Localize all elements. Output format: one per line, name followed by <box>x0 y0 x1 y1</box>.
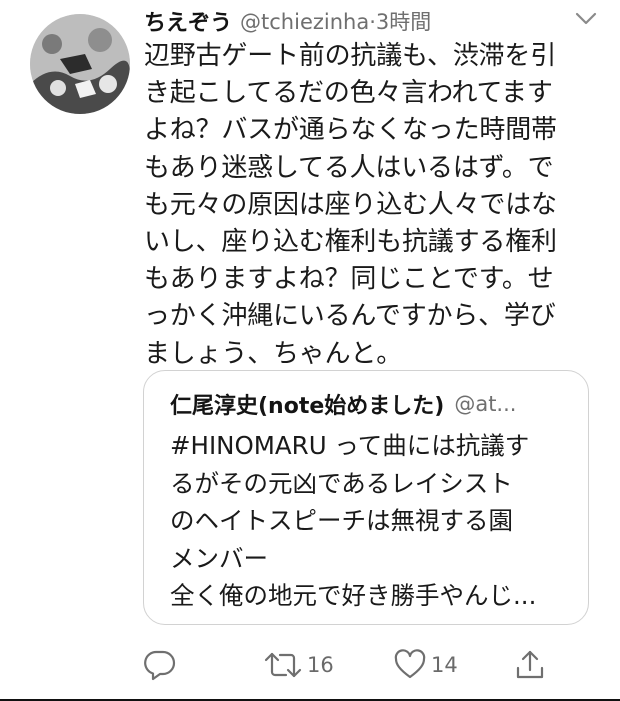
reply-button[interactable] <box>143 645 177 685</box>
tweet-text-line: っかく沖縄にいるんですから、学び <box>144 301 556 332</box>
timestamp[interactable]: 3時間 <box>376 10 431 34</box>
quoted-text-line: 全く俺の地元で好き勝手やんじ... <box>170 581 537 610</box>
tweet-text-line: もあり迷惑してる人はいるはず。で <box>144 152 554 183</box>
quoted-tweet-header: 仁尾淳史(note始めました) @at... <box>170 385 570 423</box>
tweet-text-line: 辺野古ゲート前の抗議も、渋滞を引 <box>144 41 557 71</box>
tweet-text-line: いし、座り込む権利も抗議する権利 <box>144 227 557 258</box>
like-count: 14 <box>431 653 458 677</box>
quoted-text-line: るがその元凶であるレイシスト <box>170 468 513 498</box>
quoted-display-name: 仁尾淳史(note始めました) <box>170 394 445 419</box>
share-icon <box>513 648 547 682</box>
retweet-icon <box>263 648 303 682</box>
retweet-count: 16 <box>307 653 334 677</box>
tweet-text: 辺野古ゲート前の抗議も、渋滞を引 き起こしてるだの色々言われてます よね？バスが… <box>144 38 599 373</box>
tweet-text-line: も元々の原因は座り込む人々ではな <box>144 189 557 220</box>
tweet-text-line: ましょう、ちゃんと。 <box>144 338 403 369</box>
handle-text: @tchiezinha <box>240 10 370 34</box>
heart-icon <box>393 648 427 682</box>
user-handle[interactable]: @tchiezinha·3時間 <box>240 6 431 36</box>
retweet-button[interactable]: 16 <box>263 645 334 685</box>
avatar[interactable] <box>30 14 130 114</box>
tweet-actions: 16 14 <box>143 645 563 685</box>
quoted-tweet[interactable]: 仁尾淳史(note始めました) @at... #HINOMARU って曲には抗議… <box>143 370 589 625</box>
quoted-text-line: のヘイトスピーチは無視する園 <box>170 506 513 535</box>
tweet-text-line: よね？バスが通らなくなった時間帯 <box>144 115 557 146</box>
quoted-user-handle: @at... <box>454 392 517 416</box>
chevron-down-icon[interactable] <box>572 6 600 32</box>
quoted-text-line: メンバー <box>170 543 268 573</box>
tweet-text-line: もありますよね？同じことです。せ <box>144 264 554 295</box>
tweet-header: ちえぞう @tchiezinha·3時間 <box>144 4 600 38</box>
separator: · <box>369 10 376 34</box>
reply-icon <box>143 648 177 682</box>
quoted-tweet-text: #HINOMARU って曲には抗議す るがその元凶であるレイシスト のヘイトスピ… <box>170 427 580 615</box>
display-name[interactable]: ちえぞう <box>144 5 232 37</box>
like-button[interactable]: 14 <box>393 645 458 685</box>
tweet-text-line: き起こしてるだの色々言われてます <box>144 78 553 109</box>
quoted-text-line: #HINOMARU って曲には抗議す <box>170 431 530 460</box>
share-button[interactable] <box>513 645 547 685</box>
